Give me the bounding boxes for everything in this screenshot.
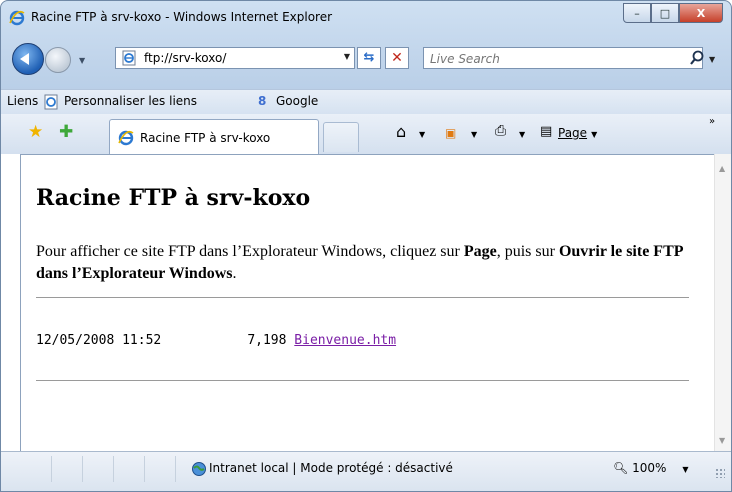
divider <box>36 380 689 381</box>
intranet-zone-icon <box>192 462 206 476</box>
window-title: Racine FTP à srv-koxo - Windows Internet… <box>31 10 333 24</box>
page-content: Racine FTP à srv-koxo Pour afficher ce s… <box>21 154 714 452</box>
scroll-down-arrow-icon[interactable]: ▼ <box>719 436 725 445</box>
zoom-control[interactable]: 🔍︎ 100% ▼ <box>613 461 689 475</box>
address-bar[interactable]: ftp://srv-koxo/ ▼ <box>115 47 355 69</box>
address-dropdown-icon[interactable]: ▼ <box>344 52 350 61</box>
stop-button[interactable]: ✕ <box>385 47 409 69</box>
vertical-scrollbar[interactable]: ▲ ▼ <box>714 154 731 451</box>
new-tab-button[interactable] <box>323 122 359 152</box>
page-icon <box>122 50 136 66</box>
page-icon <box>44 94 58 110</box>
page-menu-icon[interactable]: ▤ <box>540 124 552 139</box>
resize-grip-icon[interactable] <box>715 468 725 478</box>
recent-pages-dropdown-icon[interactable]: ▼ <box>79 56 85 65</box>
home-icon[interactable]: ⌂ <box>396 122 406 141</box>
page-menu-button[interactable]: Page ▼ <box>558 126 597 140</box>
scroll-up-arrow-icon[interactable]: ▲ <box>719 164 725 173</box>
file-size: 7,198 <box>247 333 287 348</box>
tab-bar: ★ ✚ Racine FTP à srv-koxo ⌂ ▼ ▣ ▼ ⎙ ▼ ▤ … <box>1 114 731 154</box>
search-options-dropdown-icon[interactable]: ▼ <box>709 55 715 64</box>
ie-logo-icon <box>9 10 25 26</box>
maximize-button[interactable]: □ <box>651 3 679 23</box>
tab-racine-ftp[interactable]: Racine FTP à srv-koxo <box>109 119 319 154</box>
page-menu-label: Page <box>558 126 588 140</box>
status-segment <box>114 456 145 482</box>
left-frame <box>1 154 21 451</box>
chevron-more-icon[interactable]: » <box>709 116 715 127</box>
file-listing-row: 12/05/2008 11:52 7,198 Bienvenue.htm <box>36 333 396 348</box>
print-icon[interactable]: ⎙ <box>495 123 506 139</box>
zoom-dropdown-icon[interactable]: ▼ <box>682 465 688 474</box>
minimize-button[interactable]: – <box>623 3 651 23</box>
divider <box>36 297 689 298</box>
favorites-star-icon[interactable]: ★ <box>28 122 43 142</box>
close-button[interactable]: X <box>679 3 723 23</box>
status-segment <box>145 456 176 482</box>
status-segment <box>21 456 52 482</box>
feeds-icon[interactable]: ▣ <box>445 126 456 140</box>
tab-label: Racine FTP à srv-koxo <box>140 131 271 145</box>
feeds-dropdown-icon[interactable]: ▼ <box>467 126 477 140</box>
refresh-button[interactable]: ⇆ <box>357 47 381 69</box>
zoom-level: 100% <box>632 461 667 475</box>
file-date: 12/05/2008 11:52 <box>36 333 162 348</box>
links-label: Liens <box>7 94 39 108</box>
ie-logo-icon <box>118 130 134 146</box>
security-zone-text[interactable]: Intranet local | Mode protégé : désactiv… <box>209 461 453 475</box>
file-link-bienvenue[interactable]: Bienvenue.htm <box>294 333 396 348</box>
status-segment <box>52 456 83 482</box>
search-icon[interactable] <box>688 49 706 67</box>
zoom-magnifier-icon: 🔍︎ <box>613 461 629 475</box>
caption-buttons: – □ X <box>623 3 723 23</box>
navigation-bar: ▼ ftp://srv-koxo/ ▼ ⇆ ✕ ▼ <box>1 35 731 89</box>
page-heading: Racine FTP à srv-koxo <box>36 185 311 211</box>
back-button[interactable] <box>12 43 44 75</box>
title-bar: Racine FTP à srv-koxo - Windows Internet… <box>1 1 731 35</box>
instruction-text: . <box>232 265 237 282</box>
status-segments <box>21 456 176 482</box>
ftp-instructions: Pour afficher ce site FTP dans l’Explora… <box>36 241 696 285</box>
print-dropdown-icon[interactable]: ▼ <box>515 126 525 140</box>
forward-button[interactable] <box>45 47 71 73</box>
instruction-page: Page <box>463 243 497 260</box>
address-text: ftp://srv-koxo/ <box>144 51 227 65</box>
google-icon: 8 <box>258 94 267 108</box>
browser-window: Racine FTP à srv-koxo - Windows Internet… <box>0 0 732 492</box>
instruction-text: , puis sur <box>496 243 559 260</box>
link-google[interactable]: Google <box>276 94 318 108</box>
add-favorite-icon[interactable]: ✚ <box>59 122 73 142</box>
search-box[interactable] <box>423 47 706 69</box>
home-dropdown-icon[interactable]: ▼ <box>415 126 425 140</box>
links-bar: Liens Personnaliser les liens 8 Google <box>1 89 731 115</box>
status-bar: Intranet local | Mode protégé : désactiv… <box>1 451 731 491</box>
instruction-text: Pour afficher ce site FTP dans l’Explora… <box>36 243 464 260</box>
search-input[interactable] <box>428 50 662 68</box>
link-personnaliser[interactable]: Personnaliser les liens <box>64 94 197 108</box>
status-segment <box>83 456 114 482</box>
